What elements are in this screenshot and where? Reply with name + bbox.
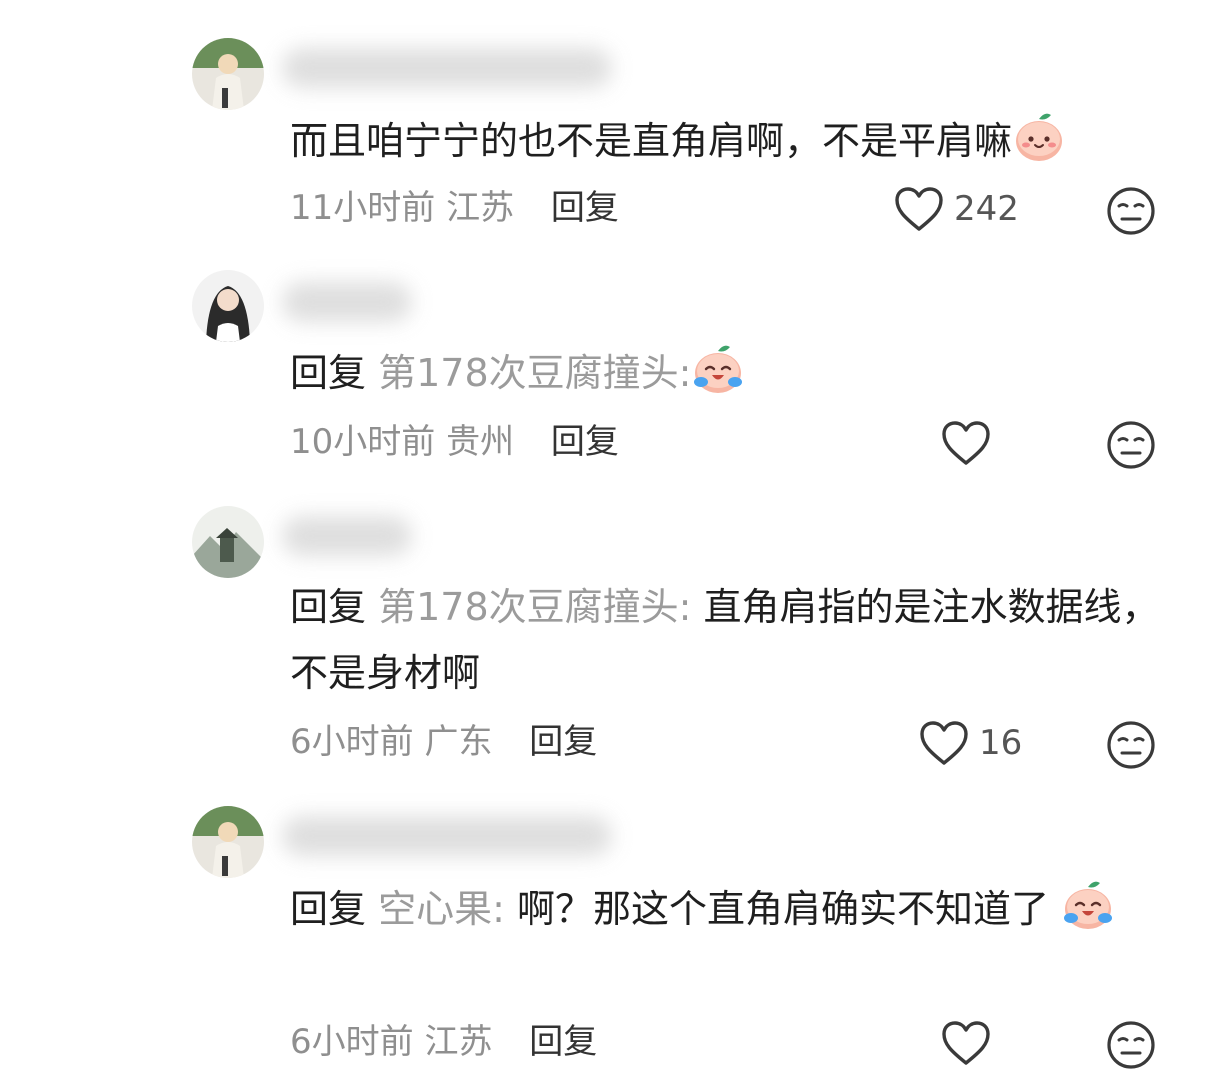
comment-location: 广东 (424, 722, 493, 762)
like-button[interactable] (941, 420, 991, 466)
comment-meta: 11小时前 江苏 回复 (290, 188, 619, 228)
reply-target-user[interactable]: 空心果: (378, 887, 505, 931)
comment-text: 回复 第178次豆腐撞头: (290, 340, 1170, 406)
like-button[interactable]: 16 (919, 720, 1022, 766)
comment-text: 回复 空心果: 啊？那这个直角肩确实不知道了 (290, 876, 1170, 942)
username-blurred[interactable] (282, 48, 612, 88)
comment-time: 6小时前 (290, 722, 414, 762)
heart-outline-icon (919, 720, 969, 766)
comment-time: 6小时前 (290, 1022, 414, 1062)
avatar[interactable] (192, 506, 264, 578)
reply-prefix: 回复 (290, 585, 367, 629)
comment-location: 江苏 (446, 188, 515, 228)
reply-target-user[interactable]: 第178次豆腐撞头: (378, 351, 691, 395)
comment-text: 回复 第178次豆腐撞头: 直角肩指的是注水数据线，不是身材啊 (290, 574, 1170, 706)
reply-prefix: 回复 (290, 887, 367, 931)
reply-button[interactable]: 回复 (529, 1022, 597, 1062)
reply-button[interactable]: 回复 (551, 422, 619, 462)
comment-location: 贵州 (446, 422, 515, 462)
like-button[interactable]: 242 (894, 186, 1019, 232)
smiling-peach-emoji (1012, 110, 1066, 164)
like-count: 242 (954, 189, 1019, 229)
comment-meta: 6小时前 江苏 回复 (290, 1022, 597, 1062)
comment-time: 11小时前 (290, 188, 436, 228)
avatar[interactable] (192, 270, 264, 342)
heart-outline-icon (894, 186, 944, 232)
avatar[interactable] (192, 806, 264, 878)
like-count: 16 (979, 723, 1023, 763)
comment-text: 而且咱宁宁的也不是直角肩啊，不是平肩嘛 (290, 108, 1170, 174)
comment-location: 江苏 (424, 1022, 493, 1062)
comment-meta: 10小时前 贵州 回复 (290, 422, 619, 462)
comment-content: 啊？那这个直角肩确实不知道了 (517, 887, 1050, 931)
username-blurred[interactable] (282, 282, 412, 322)
comment-meta: 6小时前 广东 回复 (290, 722, 597, 762)
meh-face-icon[interactable] (1106, 720, 1156, 770)
heart-outline-icon (941, 420, 991, 466)
comment-time: 10小时前 (290, 422, 436, 462)
meh-face-icon[interactable] (1106, 420, 1156, 470)
username-blurred[interactable] (282, 516, 412, 556)
avatar[interactable] (192, 38, 264, 110)
laughing-crying-peach-emoji (1061, 878, 1115, 932)
heart-outline-icon (941, 1020, 991, 1066)
comment-content: 而且咱宁宁的也不是直角肩啊，不是平肩嘛 (290, 119, 1013, 163)
reply-button[interactable]: 回复 (551, 188, 619, 228)
meh-face-icon[interactable] (1106, 1020, 1156, 1070)
reply-prefix: 回复 (290, 351, 367, 395)
username-blurred[interactable] (282, 816, 612, 856)
laughing-crying-peach-emoji (691, 342, 745, 396)
meh-face-icon[interactable] (1106, 186, 1156, 236)
reply-button[interactable]: 回复 (529, 722, 597, 762)
like-button[interactable] (941, 1020, 991, 1066)
reply-target-user[interactable]: 第178次豆腐撞头: (378, 585, 691, 629)
